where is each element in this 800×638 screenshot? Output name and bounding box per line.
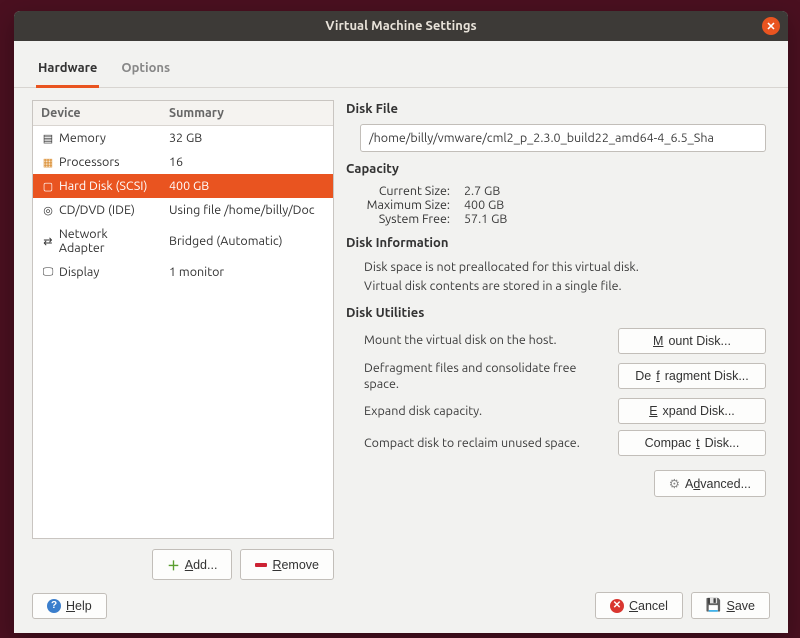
device-name: Hard Disk (SCSI) [59,179,147,193]
device-summary: 400 GB [163,174,333,198]
device-buttons: ＋ Add... Remove [32,539,334,580]
window-title: Virtual Machine Settings [325,19,476,33]
tab-options[interactable]: Options [119,55,172,88]
capacity-title: Capacity [346,160,766,176]
plus-icon: ＋ [167,555,180,574]
device-summary: Using file /home/billy/Doc [163,198,333,222]
add-label: dd... [193,558,217,572]
help-button[interactable]: ? Help [32,593,107,619]
settings-body: Device Summary ▤ Memory 32 GB ▦ Processors… [14,88,788,580]
disk-file-title: Disk File [346,100,766,116]
disk-info-title: Disk Information [346,234,766,250]
util-row: Mount the virtual disk on the host. Moun… [364,328,766,354]
table-row[interactable]: ▤ Memory 32 GB [33,126,333,150]
device-summary: 1 monitor [163,260,333,284]
table-row[interactable]: ⇄ Network Adapter Bridged (Automatic) [33,222,333,260]
capacity-table: Current Size:2.7 GB Maximum Size:400 GB … [346,184,766,226]
header-summary[interactable]: Summary [163,101,333,125]
cancel-icon: ✕ [610,599,624,613]
device-summary: 16 [163,150,333,174]
max-size-label: Maximum Size: [364,198,464,212]
save-button[interactable]: 💾 Save [691,592,770,619]
cd-icon: ◎ [41,203,55,217]
left-pane: Device Summary ▤ Memory 32 GB ▦ Processors… [32,100,334,580]
cancel-button[interactable]: ✕ Cancel [595,592,683,619]
remove-label: emove [281,558,319,572]
device-name: Processors [59,155,120,169]
device-summary: 32 GB [163,126,333,150]
cpu-icon: ▦ [41,155,55,169]
tab-hardware[interactable]: Hardware [36,55,99,88]
device-name: Network Adapter [59,227,155,255]
util-row: Compact disk to reclaim unused space. Co… [364,430,766,456]
table-row[interactable]: ▦ Processors 16 [33,150,333,174]
close-icon[interactable]: ✕ [762,17,780,35]
system-free-label: System Free: [364,212,464,226]
save-icon: 💾 [706,598,722,613]
tabs: Hardware Options [14,41,788,88]
remove-button[interactable]: Remove [240,549,334,580]
minus-icon [255,563,267,567]
footer: ? Help ✕ Cancel 💾 Save [14,580,788,633]
mount-disk-button[interactable]: Mount Disk... [618,328,766,354]
device-name: CD/DVD (IDE) [59,203,135,217]
disk-utilities: Mount the virtual disk on the host. Moun… [346,328,766,457]
util-row: Defragment files and consolidate free sp… [364,360,766,393]
util-desc: Defragment files and consolidate free sp… [364,360,608,393]
right-pane: Disk File /home/billy/vmware/cml2_p_2.3.… [346,100,770,580]
disk-info-line: Virtual disk contents are stored in a si… [364,277,766,296]
display-icon: 🖵 [41,265,55,279]
table-row[interactable]: ◎ CD/DVD (IDE) Using file /home/billy/Doc [33,198,333,222]
table-row[interactable]: 🖵 Display 1 monitor [33,260,333,284]
device-name: Memory [59,131,106,145]
gear-icon: ⚙ [669,476,680,491]
util-desc: Expand disk capacity. [364,403,608,419]
table-row[interactable]: ▢ Hard Disk (SCSI) 400 GB [33,174,333,198]
advanced-button[interactable]: ⚙ Advanced... [654,470,766,497]
device-table-header: Device Summary [33,101,333,126]
current-size-value: 2.7 GB [464,184,500,198]
device-summary: Bridged (Automatic) [163,229,333,253]
header-device[interactable]: Device [33,101,163,125]
disk-info: Disk space is not preallocated for this … [346,258,766,296]
titlebar: Virtual Machine Settings ✕ [14,11,788,41]
disk-info-line: Disk space is not preallocated for this … [364,258,766,277]
memory-icon: ▤ [41,131,55,145]
disk-file-input[interactable]: /home/billy/vmware/cml2_p_2.3.0_build22_… [360,124,766,152]
add-button[interactable]: ＋ Add... [152,549,232,580]
defragment-disk-button[interactable]: Defragment Disk... [618,363,766,389]
footer-right: ✕ Cancel 💾 Save [595,592,770,619]
util-desc: Compact disk to reclaim unused space. [364,435,608,451]
help-icon: ? [47,599,61,613]
device-table: Device Summary ▤ Memory 32 GB ▦ Processors… [32,100,334,539]
vm-settings-window: Virtual Machine Settings ✕ Hardware Opti… [14,11,788,633]
current-size-label: Current Size: [364,184,464,198]
disk-utilities-title: Disk Utilities [346,304,766,320]
expand-disk-button[interactable]: Expand Disk... [618,398,766,424]
util-row: Expand disk capacity. Expand Disk... [364,398,766,424]
util-desc: Mount the virtual disk on the host. [364,332,608,348]
device-name: Display [59,265,99,279]
network-icon: ⇄ [41,234,55,248]
compact-disk-button[interactable]: Compact Disk... [618,430,766,456]
advanced-row: ⚙ Advanced... [346,464,766,497]
max-size-value: 400 GB [464,198,504,212]
system-free-value: 57.1 GB [464,212,507,226]
disk-icon: ▢ [41,179,55,193]
